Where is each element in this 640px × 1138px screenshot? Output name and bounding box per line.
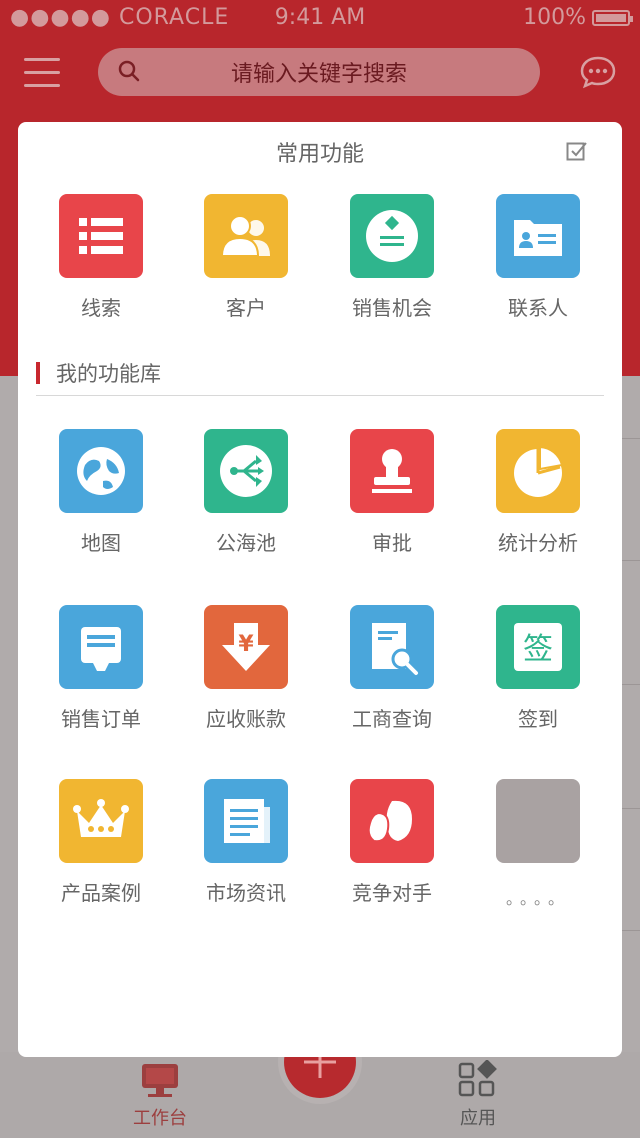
panel-title: 常用功能 <box>275 142 364 167</box>
monitor-icon <box>142 1064 178 1097</box>
app-public-pool[interactable]: 公海池 <box>173 429 319 556</box>
section-title: 我的功能库 <box>56 362 161 386</box>
tab-workbench[interactable]: 工作台 <box>100 1060 220 1130</box>
boxing-glove-icon <box>350 779 434 863</box>
globe-icon <box>59 429 143 513</box>
search-icon <box>118 60 140 82</box>
apps-grid-icon <box>458 1060 497 1097</box>
app-map[interactable]: 地图 <box>28 429 174 556</box>
document-search-icon <box>350 605 434 689</box>
app-label: 公海池 <box>216 531 276 555</box>
checkin-glyph: 签 <box>523 632 553 667</box>
app-sales-opportunity[interactable]: 销售机会 <box>319 194 465 321</box>
app-receivables[interactable]: ¥ 应收账款 <box>173 605 319 732</box>
svg-text:¥: ¥ <box>238 632 254 657</box>
more-placeholder-icon <box>496 779 580 863</box>
app-label: 销售机会 <box>352 296 432 320</box>
section-divider <box>36 395 604 396</box>
app-label: 应收账款 <box>206 707 286 731</box>
app-leads[interactable]: 线索 <box>28 194 174 321</box>
battery-status: 100% <box>523 5 633 30</box>
tab-apps[interactable]: 应用 <box>418 1060 538 1130</box>
app-statistics[interactable]: 统计分析 <box>465 429 611 556</box>
app-business-lookup[interactable]: 工商查询 <box>319 605 465 732</box>
app-label: 竞争对手 <box>352 881 432 905</box>
edit-icon[interactable] <box>566 140 588 162</box>
search-input[interactable]: 请输入关键字搜索 <box>98 48 540 96</box>
app-label: 市场资讯 <box>206 881 286 905</box>
app-label: 统计分析 <box>498 531 578 555</box>
newspaper-icon <box>204 779 288 863</box>
order-icon <box>59 605 143 689</box>
app-contacts[interactable]: 联系人 <box>465 194 611 321</box>
app-label: 联系人 <box>508 296 568 320</box>
app-customers[interactable]: 客户 <box>173 194 319 321</box>
app-label: 地图 <box>81 531 121 555</box>
app-label: 产品案例 <box>61 881 141 905</box>
list-icon <box>59 194 143 278</box>
app-more[interactable]: 。。。。 <box>465 779 611 909</box>
battery-percent: 100% <box>523 5 586 30</box>
people-icon <box>204 194 288 278</box>
message-icon[interactable] <box>580 55 616 89</box>
app-sales-order[interactable]: 销售订单 <box>28 605 174 732</box>
battery-icon <box>592 9 633 26</box>
checkin-icon: 签 <box>496 605 580 689</box>
tab-apps-label: 应用 <box>460 1108 496 1129</box>
app-market-news[interactable]: 市场资讯 <box>173 779 319 906</box>
pie-chart-icon <box>496 429 580 513</box>
app-label: 线索 <box>81 296 121 320</box>
app-competitors[interactable]: 竞争对手 <box>319 779 465 906</box>
app-checkin[interactable]: 签 签到 <box>465 605 611 732</box>
stamp-icon <box>350 429 434 513</box>
tab-workbench-label: 工作台 <box>133 1108 187 1129</box>
search-placeholder: 请输入关键字搜索 <box>230 62 407 87</box>
status-bar: ●●●●● CORACLE 9:41 AM 100% <box>0 0 640 36</box>
share-icon <box>204 429 288 513</box>
app-label: 销售订单 <box>61 707 141 731</box>
section-marker <box>36 362 40 384</box>
app-label: 签到 <box>518 707 558 731</box>
app-label: 客户 <box>226 296 266 320</box>
contact-card-icon <box>496 194 580 278</box>
crown-icon <box>59 779 143 863</box>
menu-icon[interactable] <box>24 58 60 97</box>
yen-download-icon: ¥ <box>204 605 288 689</box>
app-product-cases[interactable]: 产品案例 <box>28 779 174 906</box>
app-label: 审批 <box>372 531 412 555</box>
function-panel: 常用功能 线索 客户 销售机会 联系人 我的功能库 地图 公海池 审批 统计分析… <box>18 122 622 1057</box>
app-label: 。。。。 <box>505 889 570 908</box>
app-label: 工商查询 <box>352 707 432 731</box>
app-approval[interactable]: 审批 <box>319 429 465 556</box>
opportunity-icon <box>350 194 434 278</box>
